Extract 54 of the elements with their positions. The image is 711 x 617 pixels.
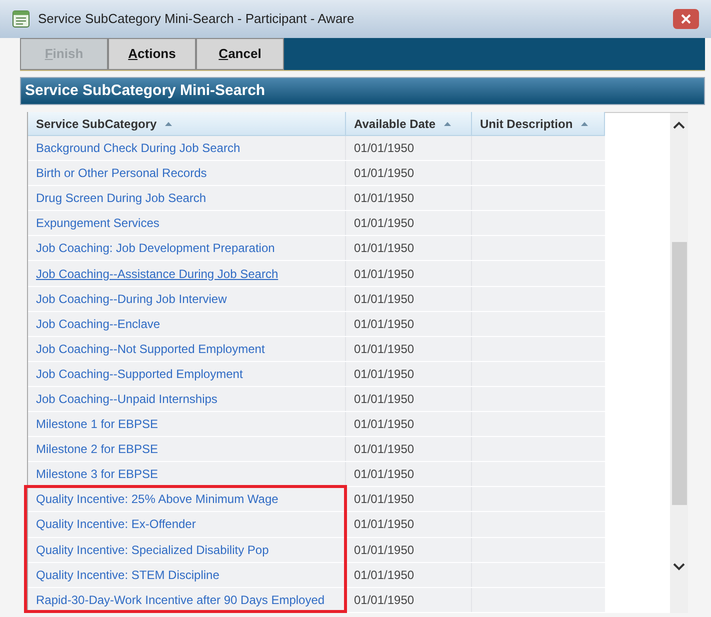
table-cell: 01/01/1950 bbox=[346, 512, 472, 536]
subcategory-link[interactable]: Job Coaching--Assistance During Job Search bbox=[36, 264, 278, 283]
subcategory-link[interactable]: Quality Incentive: STEM Discipline bbox=[36, 566, 220, 584]
subcategory-link[interactable]: Quality Incentive: Specialized Disability Pop bbox=[36, 540, 269, 559]
subcategory-link[interactable]: Milestone 2 for EBPSE bbox=[36, 440, 158, 458]
table-cell: 01/01/1950 bbox=[346, 412, 472, 436]
subcategory-link[interactable]: Background Check During Job Search bbox=[36, 139, 240, 158]
table-cell: 01/01/1950 bbox=[346, 161, 472, 186]
subcategory-link[interactable]: Rapid-30-Day-Work Incentive after 90 Days Employed bbox=[36, 590, 325, 609]
subcategory-link[interactable]: Quality Incentive: 25% Above Minimum Wage bbox=[36, 490, 278, 508]
subcategory-link[interactable]: Quality Incentive: Ex-Offender bbox=[36, 515, 196, 534]
subcategory-link[interactable]: Job Coaching--Unpaid Internships bbox=[36, 390, 218, 408]
sort-arrow-icon bbox=[580, 122, 588, 126]
subcategory-link[interactable]: Expungement Services bbox=[36, 214, 160, 232]
table-cell: 01/01/1950 bbox=[346, 462, 472, 486]
table-cell: 01/01/1950 bbox=[346, 236, 472, 260]
close-icon bbox=[681, 14, 691, 24]
table-cell: 01/01/1950 bbox=[346, 562, 472, 587]
subcategory-link[interactable]: Drug Screen During Job Search bbox=[36, 189, 206, 208]
scroll-up-icon[interactable] bbox=[673, 121, 685, 129]
column-header[interactable]: Available Date bbox=[346, 112, 472, 135]
toolbar-button[interactable]: Actions bbox=[108, 38, 196, 70]
scroll-down-icon[interactable] bbox=[673, 563, 685, 571]
scrollbar[interactable] bbox=[670, 113, 688, 613]
scrollbar-thumb[interactable] bbox=[672, 242, 686, 505]
table-cell: 01/01/1950 bbox=[346, 136, 472, 160]
table-cell: 01/01/1950 bbox=[346, 286, 472, 311]
subcategory-link[interactable]: Birth or Other Personal Records bbox=[36, 164, 207, 182]
table-cell: 01/01/1950 bbox=[346, 186, 472, 210]
table-cell: 01/01/1950 bbox=[346, 261, 472, 286]
subcategory-link[interactable]: Job Coaching--Not Supported Employment bbox=[36, 340, 265, 358]
table-cell: 01/01/1950 bbox=[346, 336, 472, 361]
table-cell: 01/01/1950 bbox=[346, 312, 472, 336]
subcategory-link[interactable]: Milestone 3 for EBPSE bbox=[36, 465, 158, 484]
table-cell: 01/01/1950 bbox=[346, 588, 472, 612]
subcategory-link[interactable]: Job Coaching--During Job Interview bbox=[36, 290, 227, 308]
table-cell: 01/01/1950 bbox=[346, 211, 472, 236]
subcategory-link[interactable]: Job Coaching--Enclave bbox=[36, 314, 160, 333]
table-cell: 01/01/1950 bbox=[346, 538, 472, 562]
table-cell: 01/01/1950 bbox=[346, 487, 472, 512]
toolbar-button[interactable]: Cancel bbox=[196, 38, 284, 70]
sort-arrow-icon bbox=[164, 122, 172, 126]
table-cell: 01/01/1950 bbox=[346, 386, 472, 412]
column-header[interactable]: Service SubCategory bbox=[28, 112, 346, 135]
table-cell: 01/01/1950 bbox=[346, 362, 472, 386]
table-cell: 01/01/1950 bbox=[346, 437, 472, 462]
panel-title: Service SubCategory Mini-Search bbox=[25, 80, 266, 101]
window-title: Service SubCategory Mini-Search - Participant - Aware bbox=[38, 10, 354, 28]
window-icon bbox=[12, 10, 30, 28]
close-button[interactable] bbox=[673, 9, 699, 29]
subcategory-link[interactable]: Milestone 1 for EBPSE bbox=[36, 415, 158, 434]
sort-arrow-icon bbox=[444, 122, 451, 126]
subcategory-link[interactable]: Job Coaching--Supported Employment bbox=[36, 364, 243, 383]
subcategory-link[interactable]: Job Coaching: Job Development Preparation bbox=[36, 239, 275, 258]
